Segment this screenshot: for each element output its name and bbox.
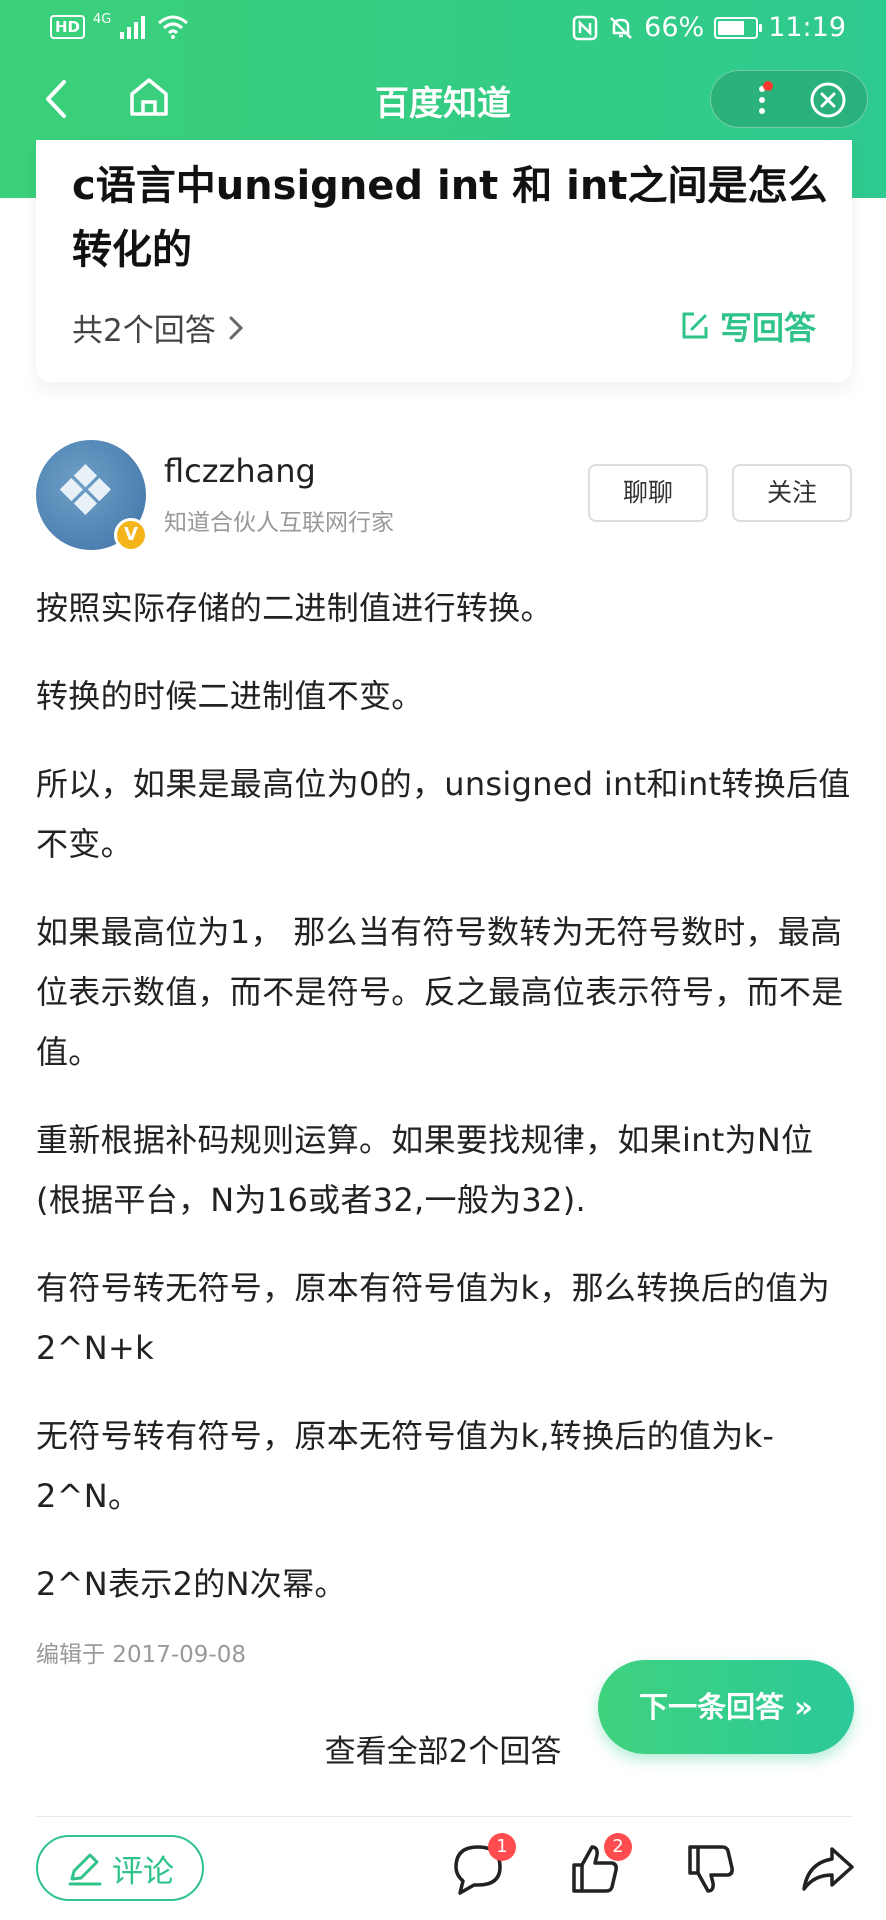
pen-icon (68, 1853, 102, 1886)
notification-dot (763, 81, 773, 91)
wifi-icon (158, 15, 189, 39)
answer-paragraph: 无符号转有符号，原本无符号值为k,转换后的值为k-2^N。 (36, 1417, 775, 1515)
avatar[interactable]: ❖ V (36, 440, 148, 552)
share-button[interactable] (798, 1839, 858, 1899)
answerer-name[interactable]: flczzhang (164, 452, 316, 490)
edit-date: 编辑于 2017-09-08 (36, 1642, 246, 1668)
likes-count-badge: 2 (604, 1833, 632, 1861)
chat-button[interactable]: 聊聊 (588, 464, 708, 522)
battery-icon (714, 16, 763, 39)
mute-bell-icon (610, 16, 633, 39)
verified-badge: V (114, 518, 148, 552)
next-answer-label: 下一条回答 (639, 1690, 785, 1724)
mini-program-capsule (710, 70, 868, 128)
write-answer-label: 写回答 (719, 309, 816, 347)
hd-indicator: HD (50, 15, 86, 39)
answer-paragraph: 按照实际存储的二进制值进行转换。 (36, 589, 553, 627)
comment-button[interactable]: 评论 (36, 1835, 204, 1901)
next-answer-button[interactable]: 下一条回答 » (598, 1660, 854, 1754)
answer-count-link[interactable]: 共2个回答 (72, 305, 246, 350)
edit-icon (682, 312, 708, 339)
status-bar: HD 4G 66% 11:19 (0, 0, 886, 60)
follow-button[interactable]: 关注 (732, 464, 852, 522)
answer-paragraph: 转换的时候二进制值不变。 (36, 677, 424, 715)
write-answer-button[interactable]: 写回答 (678, 303, 816, 349)
answer-paragraph: 如果最高位为1， 那么当有符号数转为无符号数时，最高位表示数值，而不是符号。反之… (36, 913, 844, 1071)
share-arrow-icon (802, 1847, 854, 1891)
answerer-title: 知道合伙人互联网行家 (164, 510, 394, 536)
dislike-button[interactable] (680, 1839, 740, 1899)
more-options-icon[interactable] (741, 79, 783, 121)
answer-count-label: 共2个回答 (72, 313, 216, 349)
answer-paragraph: 2^N表示2的N次幂。 (36, 1565, 347, 1603)
network-type: 4G (93, 11, 112, 27)
like-button[interactable]: 2 (564, 1833, 632, 1899)
answer-paragraph: 重新根据补码规则运算。如果要找规律，如果int为N位(根据平台，N为16或者32… (36, 1121, 814, 1219)
close-icon[interactable] (809, 81, 847, 119)
answer-paragraph: 有符号转无符号，原本有符号值为k，那么转换后的值为2^N+k (36, 1269, 831, 1367)
chevron-right-icon (229, 316, 243, 339)
signal-icon (120, 16, 146, 39)
battery-percent: 66% (644, 12, 705, 43)
comment-label: 评论 (112, 1853, 174, 1890)
nav-bar: 百度知道 (0, 62, 886, 136)
comments-count-badge: 1 (488, 1833, 516, 1861)
answer-body: 按照实际存储的二进制值进行转换。 转换的时候二进制值不变。 所以，如果是最高位为… (36, 578, 852, 1642)
clock: 11:19 (768, 12, 846, 43)
avatar-art: ❖ (54, 450, 117, 532)
question-title: c语言中unsigned int 和 int之间是怎么转化的 (72, 163, 828, 273)
nfc-icon (572, 15, 598, 40)
answer-paragraph: 所以，如果是最高位为0的，unsigned int和int转换后值不变。 (36, 765, 851, 863)
comments-button[interactable]: 1 (448, 1833, 516, 1899)
thumbs-down-icon (688, 1845, 734, 1893)
bottom-action-bar: 评论 1 2 (0, 1817, 886, 1920)
question-card: c语言中unsigned int 和 int之间是怎么转化的 共2个回答 写回答 (36, 140, 852, 382)
double-chevron-icon: » (784, 1690, 813, 1724)
